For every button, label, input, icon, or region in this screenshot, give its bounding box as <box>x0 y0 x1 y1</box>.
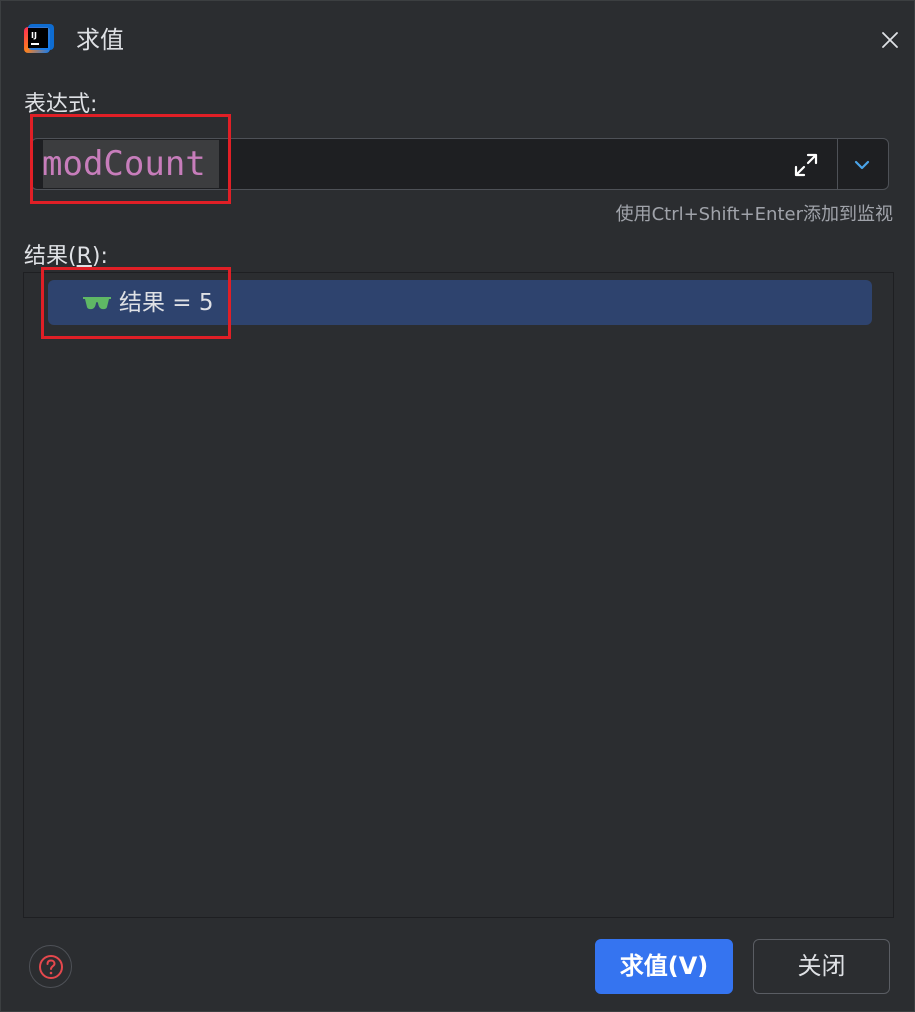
chevron-down-icon <box>854 160 870 170</box>
dialog-title: 求值 <box>76 26 124 54</box>
help-button[interactable] <box>29 945 72 988</box>
evaluate-dialog: IJ 求值 表达式: 使用Ctrl+Shift+Enter添加到监视 结果(R)… <box>0 0 915 1012</box>
expand-button[interactable] <box>790 149 822 181</box>
expression-input[interactable] <box>42 139 802 189</box>
svg-text:IJ: IJ <box>31 31 37 40</box>
close-button[interactable] <box>875 25 905 55</box>
expand-icon <box>794 153 818 177</box>
result-tree[interactable]: 结果 = 5 <box>23 272 894 918</box>
result-label-mnemonic: R <box>76 244 92 269</box>
expression-label: 表达式: <box>24 92 98 117</box>
history-dropdown-button[interactable] <box>846 149 878 181</box>
expression-divider <box>837 139 838 189</box>
result-label: 结果(R): <box>24 243 108 271</box>
result-label-prefix: 结果( <box>24 244 77 269</box>
intellij-idea-icon: IJ <box>24 24 54 53</box>
expression-field[interactable] <box>31 138 889 190</box>
result-label-suffix: ): <box>91 244 108 269</box>
help-icon <box>38 954 63 979</box>
evaluate-button[interactable]: 求值(V) <box>595 939 733 994</box>
close-icon <box>882 32 898 48</box>
close-dialog-button[interactable]: 关闭 <box>753 939 890 994</box>
result-value-text: 结果 = 5 <box>119 290 214 316</box>
result-row[interactable]: 结果 = 5 <box>48 280 872 325</box>
watch-glasses-icon <box>83 297 111 310</box>
add-to-watch-hint: 使用Ctrl+Shift+Enter添加到监视 <box>615 204 893 225</box>
title-bar: IJ 求值 <box>1 1 914 79</box>
